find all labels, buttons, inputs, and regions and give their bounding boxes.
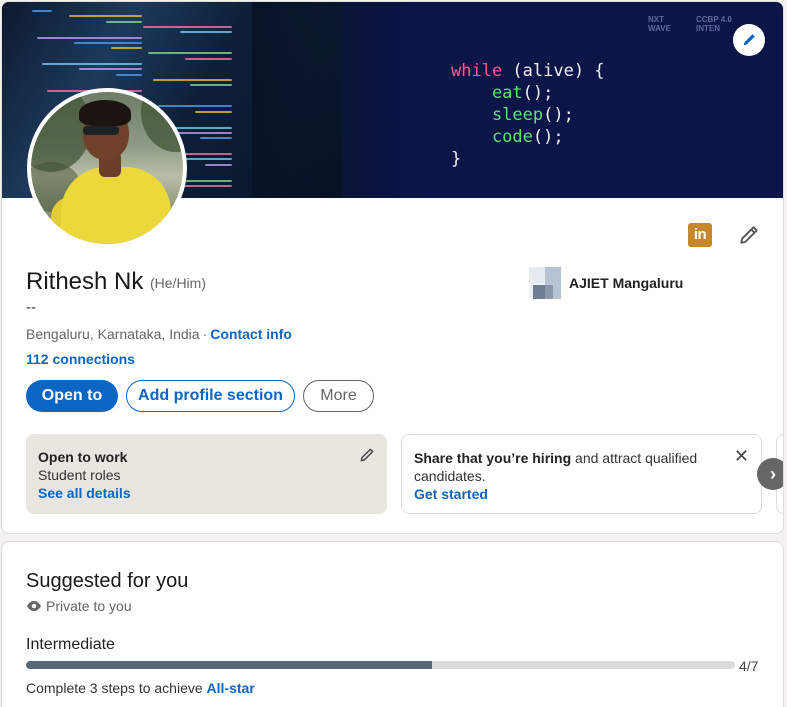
edit-banner-button[interactable] — [733, 24, 765, 56]
open-to-work-title: Open to work — [38, 449, 128, 465]
privacy-note: Private to you — [26, 598, 132, 614]
share-hiring-card[interactable]: Share that you’re hiring and attract qua… — [401, 434, 762, 514]
more-button[interactable]: More — [303, 380, 374, 412]
brand-logo-ccbp: CCBP 4.0 INTEN — [696, 15, 732, 33]
hiring-text: Share that you’re hiring and attract qua… — [414, 450, 698, 484]
profile-photo[interactable] — [27, 88, 187, 248]
code-line: } — [451, 149, 462, 169]
code-line: code(); — [451, 127, 564, 147]
open-to-work-card[interactable]: Open to work Student roles See all detai… — [26, 434, 387, 514]
suggested-title: Suggested for you — [26, 570, 189, 592]
company-name: AJIET Mangaluru — [569, 275, 684, 291]
profile-headline: -- — [26, 299, 36, 316]
edit-intro-button[interactable] — [736, 222, 762, 248]
contact-info-link[interactable]: Contact info — [210, 326, 292, 342]
get-started-link[interactable]: Get started — [414, 485, 749, 503]
carousel-next-button[interactable]: › — [757, 458, 783, 490]
profile-strength-progress — [26, 661, 735, 669]
edit-open-to-work-button[interactable] — [359, 447, 375, 467]
open-to-button[interactable]: Open to — [26, 380, 118, 412]
banner-code-snippet: while (alive) { eat(); sleep(); code();} — [451, 60, 605, 170]
profile-location: Bengaluru, Karnataka, India — [26, 326, 200, 342]
profile-name: Rithesh Nk — [26, 268, 144, 295]
company-logo — [529, 267, 561, 299]
open-to-work-roles: Student roles — [38, 467, 121, 483]
code-line: while (alive) { — [451, 61, 605, 81]
pencil-icon — [360, 448, 374, 462]
pencil-icon — [740, 226, 758, 244]
eye-icon — [27, 601, 41, 611]
location-row: Bengaluru, Karnataka, India · Contact info — [26, 326, 292, 342]
connections-link[interactable]: 112 connections — [26, 351, 135, 367]
close-icon[interactable]: ✕ — [734, 447, 749, 465]
brand-logo-nxtwave: NXT WAVE — [648, 15, 671, 33]
add-profile-section-button[interactable]: Add profile section — [126, 380, 295, 412]
code-line: eat(); — [451, 83, 554, 103]
profile-pronouns: (He/Him) — [150, 275, 206, 291]
see-all-details-link[interactable]: See all details — [38, 484, 375, 502]
steps-text: Complete 3 steps to achieve All-star — [26, 680, 255, 696]
progress-count: 4/7 — [739, 658, 759, 674]
linkedin-icon[interactable]: in — [688, 223, 712, 247]
profile-strength-level: Intermediate — [26, 636, 115, 653]
profile-card: NXT WAVE CCBP 4.0 INTEN while (alive) { … — [1, 1, 784, 534]
code-line: sleep(); — [451, 105, 574, 125]
progress-fill — [26, 661, 433, 669]
suggested-for-you-card: Suggested for you Private to you Interme… — [1, 541, 784, 707]
pencil-icon — [743, 34, 755, 46]
current-company[interactable]: AJIET Mangaluru — [529, 267, 683, 299]
all-star-link[interactable]: All-star — [207, 680, 255, 696]
